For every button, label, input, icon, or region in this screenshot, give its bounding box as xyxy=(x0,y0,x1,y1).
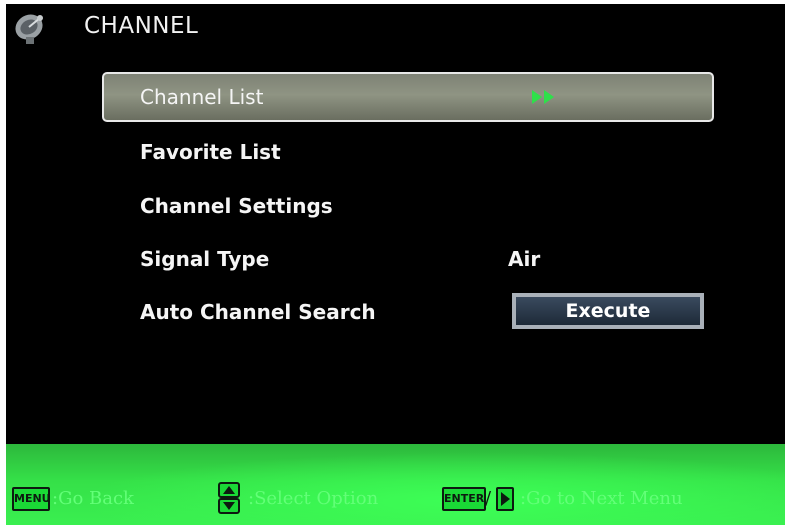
next-menu-hint: :Go to Next Menu xyxy=(520,488,683,509)
slash-separator: / xyxy=(485,488,492,509)
menu-item-label: Favorite List xyxy=(140,140,281,164)
menu-item-auto-channel-search[interactable]: Auto Channel Search Execute xyxy=(102,287,714,337)
menu-item-channel-settings[interactable]: Channel Settings xyxy=(102,181,714,231)
menu-item-favorite-list[interactable]: Favorite List xyxy=(102,127,714,177)
menu-item-channel-list[interactable]: Channel List xyxy=(102,72,714,122)
help-bar: MENU :Go Back :Select Option ENTER / :Go… xyxy=(6,444,785,525)
menu-item-label: Channel List xyxy=(140,85,264,109)
menu-item-label: Channel Settings xyxy=(140,194,333,218)
go-back-hint: :Go Back xyxy=(52,488,134,509)
enter-key-icon: ENTER xyxy=(442,487,486,511)
up-down-key-icon xyxy=(218,482,240,514)
select-option-hint: :Select Option xyxy=(248,488,379,509)
menu-key-icon: MENU xyxy=(12,487,51,511)
page-title: CHANNEL xyxy=(84,13,199,39)
menu-header: CHANNEL xyxy=(6,4,785,48)
play-arrow-icon xyxy=(501,492,510,506)
menu-item-label: Signal Type xyxy=(140,247,270,271)
right-arrow-key-icon xyxy=(496,487,514,511)
signal-type-value: Air xyxy=(508,247,541,271)
menu-item-label: Auto Channel Search xyxy=(140,300,376,324)
tv-menu-screen: CHANNEL Channel List Favorite List Chann… xyxy=(6,4,785,525)
menu-item-signal-type[interactable]: Signal Type Air xyxy=(102,234,714,284)
satellite-dish-icon xyxy=(15,14,43,44)
execute-button[interactable]: Execute xyxy=(512,293,704,329)
double-arrow-right-icon xyxy=(532,90,554,104)
help-bar-row: MENU :Go Back :Select Option ENTER / :Go… xyxy=(6,482,785,514)
